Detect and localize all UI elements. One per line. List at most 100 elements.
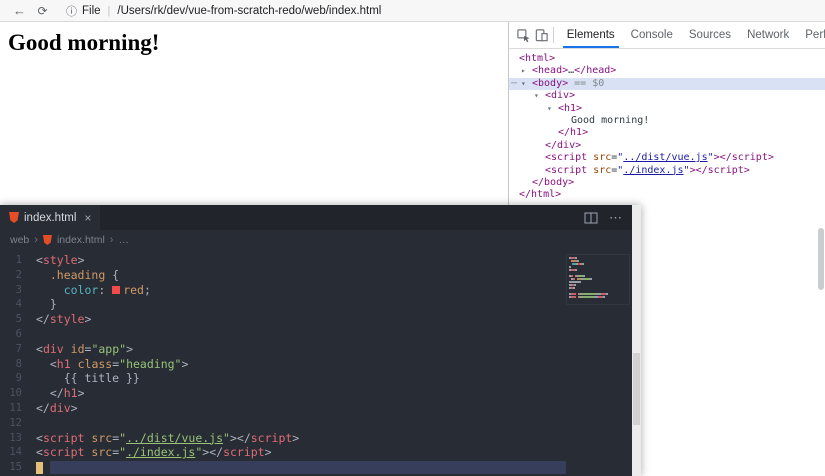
code-token: color (63, 282, 99, 297)
code-token: "app" (91, 341, 127, 356)
code-line[interactable]: 8 <h1 class="heading"> (0, 357, 632, 372)
minimap-line (569, 299, 627, 301)
dom-token: </div> (545, 139, 582, 151)
dom-tree-row[interactable]: </h1> (509, 127, 825, 139)
minimap-line (569, 272, 627, 274)
minimap-line (569, 257, 627, 259)
dom-tree-row[interactable]: </div> (509, 140, 825, 152)
dom-token: <div> (545, 90, 576, 102)
devtools-tab-console[interactable]: Console (623, 22, 681, 48)
dom-tree-row[interactable]: <html> (509, 53, 825, 65)
dom-tree-row[interactable]: ▾ <div> (509, 90, 825, 102)
minimap[interactable] (566, 254, 630, 305)
code-line[interactable]: 11 </div> (0, 401, 632, 416)
editor-tab-indexhtml[interactable]: index.html × (0, 205, 101, 230)
dom-token: <script (545, 164, 588, 176)
url-divider: | (107, 4, 111, 17)
code-token: </ (36, 400, 50, 415)
line-text: {{ title }} (36, 371, 140, 386)
breadcrumb-more[interactable]: … (118, 234, 129, 246)
inspect-element-icon[interactable] (515, 25, 532, 46)
dom-token: <html> (519, 53, 556, 64)
devtools-toolbar: ElementsConsoleSourcesNetworkPerformance (509, 22, 825, 49)
devtools-scrollbar[interactable] (817, 50, 825, 476)
code-line[interactable]: 3 color: red; (0, 283, 632, 298)
minimap-line (569, 260, 627, 262)
minimap-line (569, 290, 627, 292)
editor-scrollbar[interactable] (632, 205, 641, 476)
code-line[interactable]: 7 <div id="app"> (0, 342, 632, 357)
code-token: > (70, 400, 78, 415)
editor-code[interactable]: 1 <style> 2 .heading {3 color: red; 4 } 5 </s… (0, 253, 632, 476)
line-number: 10 (9, 387, 22, 400)
code-token: : (98, 282, 113, 297)
dom-tree-row[interactable]: ▸ <head>…</head> (509, 65, 825, 77)
line-number: 3 (15, 283, 22, 296)
devtools-tab-elements[interactable]: Elements (559, 22, 623, 48)
expand-arrow-icon[interactable]: ▾ (534, 90, 545, 102)
expand-arrow-icon[interactable]: ▾ (521, 78, 532, 90)
code-line[interactable]: 10 </h1> (0, 386, 632, 401)
expand-arrow-icon[interactable]: ▸ (521, 65, 532, 77)
split-editor-icon[interactable] (584, 212, 598, 224)
dom-tree-row[interactable]: </html> (509, 189, 825, 201)
code-line[interactable]: 6 (0, 327, 632, 342)
browser-toolbar: ← ⟳ ⓘ File | /Users/rk/dev/vue-from-scra… (0, 0, 825, 22)
scrollbar-thumb[interactable] (633, 353, 640, 425)
scrollbar-thumb[interactable] (818, 228, 824, 290)
code-line[interactable]: 15 (0, 460, 632, 475)
reload-icon[interactable]: ⟳ (31, 4, 54, 18)
code-token: script (42, 430, 85, 445)
minimap-line (569, 263, 627, 265)
code-line[interactable]: 9 {{ title }} (0, 371, 632, 386)
close-tab-icon[interactable]: × (84, 211, 91, 225)
dom-tree-row[interactable]: Good morning! (509, 115, 825, 127)
code-token: </ (236, 430, 251, 445)
editor-tab-bar: index.html × ⋯ (0, 205, 641, 230)
devtools-tab-performance[interactable]: Performance (797, 22, 825, 48)
code-line[interactable]: 4 } (0, 297, 632, 312)
line-text: </h1> (36, 386, 85, 401)
code-token: </ (209, 445, 224, 460)
text-cursor (36, 461, 43, 474)
code-line[interactable]: 2 .heading { (0, 268, 632, 283)
breadcrumb-folder[interactable]: web (10, 234, 29, 246)
code-line[interactable]: 13 <script src="../dist/vue.js"></script> (0, 431, 632, 446)
dom-tree-row[interactable]: </body> (509, 177, 825, 189)
code-line[interactable]: 12 (0, 416, 632, 431)
info-icon[interactable]: ⓘ (66, 3, 77, 19)
code-line[interactable]: 5 </style> (0, 312, 632, 327)
dom-token: ./index.js (623, 164, 684, 176)
minimap-line (569, 281, 627, 283)
code-line[interactable]: 1 <style> (0, 253, 632, 268)
expand-arrow-icon[interactable]: ▾ (547, 103, 558, 115)
code-token: style (42, 253, 78, 267)
dom-tree-row[interactable]: ⋯ ▾ <body> == $0 (509, 77, 825, 91)
breadcrumb-separator: › (109, 234, 114, 246)
html-file-icon (42, 235, 52, 245)
code-token: > (77, 386, 85, 401)
devtools-tab-network[interactable]: Network (739, 22, 797, 48)
minimap-line (569, 269, 627, 271)
color-swatch[interactable] (112, 286, 121, 295)
code-line[interactable]: 14 <script src="./index.js"></script> (0, 445, 632, 460)
line-number: 5 (15, 313, 22, 326)
code-token: class (77, 356, 113, 371)
code-token: ./index.js (126, 445, 196, 460)
breadcrumb-file[interactable]: index.html (57, 234, 105, 246)
back-icon[interactable]: ← (8, 3, 31, 18)
dom-tree-row[interactable]: <script src="../dist/vue.js"></script> (509, 152, 825, 164)
minimap-line (569, 284, 627, 286)
line-number: 15 (9, 461, 22, 474)
code-token: script (223, 445, 265, 460)
devtools-tab-sources[interactable]: Sources (681, 22, 739, 48)
editor-tab-label: index.html (24, 211, 77, 224)
dom-tree-row[interactable]: ▾ <h1> (509, 103, 825, 115)
device-toolbar-icon[interactable] (532, 25, 549, 46)
more-actions-icon[interactable]: ⋯ (609, 210, 623, 226)
line-text: <style> (36, 253, 85, 268)
address-bar-path[interactable]: /Users/rk/dev/vue-from-scratch-redo/web/… (117, 5, 381, 17)
dom-tree-row[interactable]: <script src="./index.js"></script> (509, 165, 825, 177)
